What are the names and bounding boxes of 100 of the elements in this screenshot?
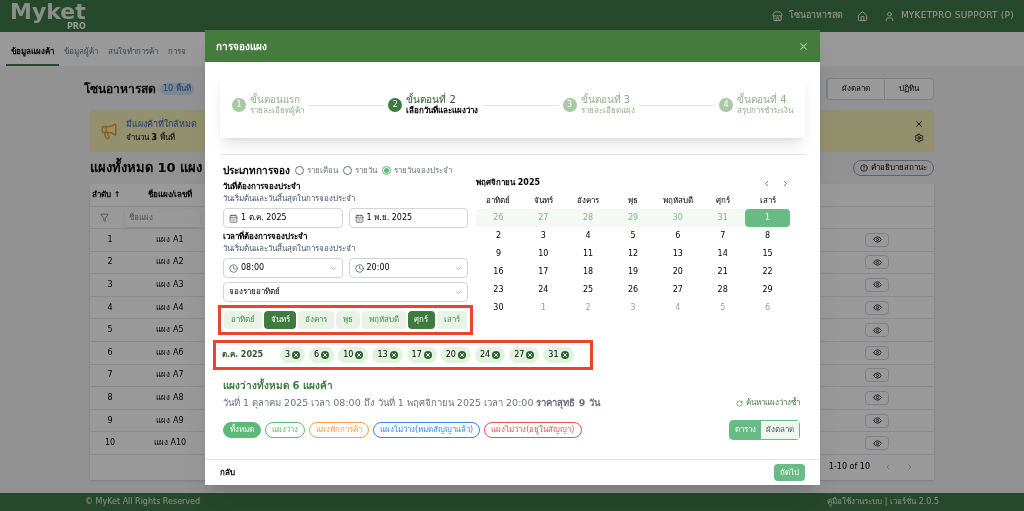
calendar-day[interactable]: 14 (700, 245, 746, 263)
date-field[interactable]: 1 ต.ค. 2025 (223, 208, 343, 228)
view-button[interactable] (865, 368, 889, 383)
remove-icon[interactable] (355, 351, 364, 359)
calendar-day[interactable]: 20 (655, 263, 701, 281)
calendar-day[interactable]: 8 (745, 227, 790, 245)
refresh-search-link[interactable]: ค้นหาแผงว่างซ้ำ (736, 397, 800, 410)
user-icon[interactable] (883, 10, 895, 22)
weekday-toggle[interactable]: จันทร์ (263, 311, 297, 329)
weekday-toggle[interactable]: พฤหัสบดี (361, 311, 406, 329)
radio-label[interactable]: รายวัน (355, 164, 377, 177)
calendar-day[interactable]: 22 (745, 263, 790, 281)
weekday-toggle[interactable]: ศุกร์ (407, 311, 436, 329)
weekday-toggle[interactable]: อาทิตย์ (224, 311, 262, 329)
zone-link[interactable]: โซนอาหารสด (788, 9, 843, 23)
calendar-day[interactable]: 2 (476, 227, 521, 245)
calendar-day[interactable]: 10 (520, 245, 566, 263)
repeat-select[interactable]: จองรายอาทิตย์ (223, 282, 468, 302)
view-tab[interactable]: ปฏิทิน (884, 79, 933, 99)
view-button[interactable] (865, 323, 889, 338)
table-cell-text: แผง A9 (155, 414, 185, 427)
eye-icon (872, 348, 882, 358)
calendar-day[interactable]: 11 (565, 245, 611, 263)
calendar-day[interactable]: 24 (520, 281, 566, 299)
user-menu[interactable]: MYKETPRO SUPPORT (P) (900, 9, 1014, 23)
nav-tab[interactable]: สนใจทำการค้า (103, 46, 163, 66)
calendar-day[interactable]: 4 (565, 227, 611, 245)
nav-tab[interactable]: การจ (163, 46, 191, 66)
close-icon[interactable] (914, 119, 924, 129)
calendar-day[interactable]: 17 (520, 263, 566, 281)
calendar-day[interactable]: 27 (655, 281, 701, 299)
store-icon[interactable] (771, 10, 783, 22)
previous-month-icon[interactable] (762, 178, 771, 188)
radio-label[interactable]: รายวันจองประจำ (394, 164, 452, 177)
view-button[interactable] (865, 300, 889, 315)
home-icon[interactable] (856, 10, 868, 22)
table-cell-text: 2 (106, 256, 114, 269)
calendar-day[interactable]: 9 (476, 245, 521, 263)
weekday-toggle[interactable]: พุธ (336, 311, 360, 329)
time-select[interactable]: 20:00 (348, 258, 468, 278)
remove-icon[interactable] (292, 351, 301, 359)
eye-icon (872, 325, 882, 335)
eye-icon (872, 438, 882, 448)
calendar-day[interactable]: 3 (520, 227, 566, 245)
table-cell-text: แผง A3 (155, 279, 185, 291)
calendar-day[interactable]: 12 (610, 245, 656, 263)
calendar-day[interactable]: 21 (700, 263, 746, 281)
remove-icon[interactable] (423, 351, 432, 359)
nav-tab[interactable]: ข้อมูลผู้ค้า (59, 46, 103, 66)
calendar-day[interactable]: 30 (476, 299, 521, 317)
remove-icon[interactable] (560, 351, 569, 359)
weekday-toggle[interactable]: อังคาร (298, 311, 335, 329)
calendar-day[interactable]: 13 (655, 245, 701, 263)
view-button[interactable] (865, 255, 889, 270)
nav-tab[interactable]: ข้อมูลแผงค้า (6, 46, 59, 66)
view-button[interactable] (865, 413, 889, 428)
back-button[interactable]: กลับ (220, 466, 235, 479)
remove-icon[interactable] (321, 351, 330, 359)
view-button[interactable] (865, 278, 889, 292)
calendar-day[interactable]: 26 (610, 281, 656, 299)
calendar-day[interactable]: 23 (476, 281, 521, 299)
column-header[interactable]: ลำดับ ↑ (90, 189, 130, 201)
calendar-icon (354, 213, 364, 223)
time-select[interactable]: 08:00 (223, 258, 343, 278)
weekday-header: อาทิตย์ (485, 195, 512, 207)
view-button[interactable] (865, 436, 889, 451)
calendar-day[interactable]: 15 (745, 245, 790, 263)
weekday-toggle[interactable]: เสาร์ (437, 311, 468, 329)
settings-icon[interactable] (914, 133, 924, 143)
remove-icon[interactable] (389, 351, 398, 359)
view-button[interactable] (865, 345, 889, 360)
view-toggle[interactable]: ผังตลาด (761, 421, 799, 440)
calendar-day[interactable]: 28 (700, 281, 746, 299)
table-cell-text: แผง A5 (155, 324, 185, 337)
view-button[interactable] (865, 390, 889, 405)
calendar-day[interactable]: 19 (610, 263, 656, 281)
clock-icon (354, 263, 364, 273)
calendar-day[interactable]: 5 (610, 227, 656, 245)
calendar-day[interactable]: 6 (655, 227, 701, 245)
remove-icon[interactable] (526, 351, 535, 359)
radio-button[interactable] (382, 166, 391, 175)
dialog-title: การจองแผง (216, 39, 267, 54)
filter-field[interactable]: ชื่อแผง (125, 208, 200, 227)
radio-label[interactable]: รายเดือน (307, 164, 338, 177)
calendar-day[interactable]: 25 (565, 281, 611, 299)
filter-icon[interactable] (100, 213, 109, 222)
view-tab[interactable]: ผังตลาด (827, 79, 884, 99)
weekday-header: อังคาร (576, 195, 601, 207)
close-icon[interactable] (798, 40, 809, 52)
remove-icon[interactable] (492, 351, 501, 359)
view-button[interactable] (865, 232, 889, 247)
calendar-day[interactable]: 7 (700, 227, 746, 245)
next-month-icon[interactable] (781, 178, 790, 188)
alert-title: มีแผงค้าที่ใกล้หมด (126, 118, 197, 132)
calendar-day[interactable]: 29 (745, 281, 790, 299)
remove-icon[interactable] (457, 351, 466, 359)
calendar-day[interactable]: 18 (565, 263, 611, 281)
step-subtitle: รายละเอียดผู้ค้า (250, 106, 304, 117)
date-field[interactable]: 1 พ.ย. 2025 (348, 208, 468, 228)
calendar-day[interactable]: 16 (476, 263, 521, 281)
